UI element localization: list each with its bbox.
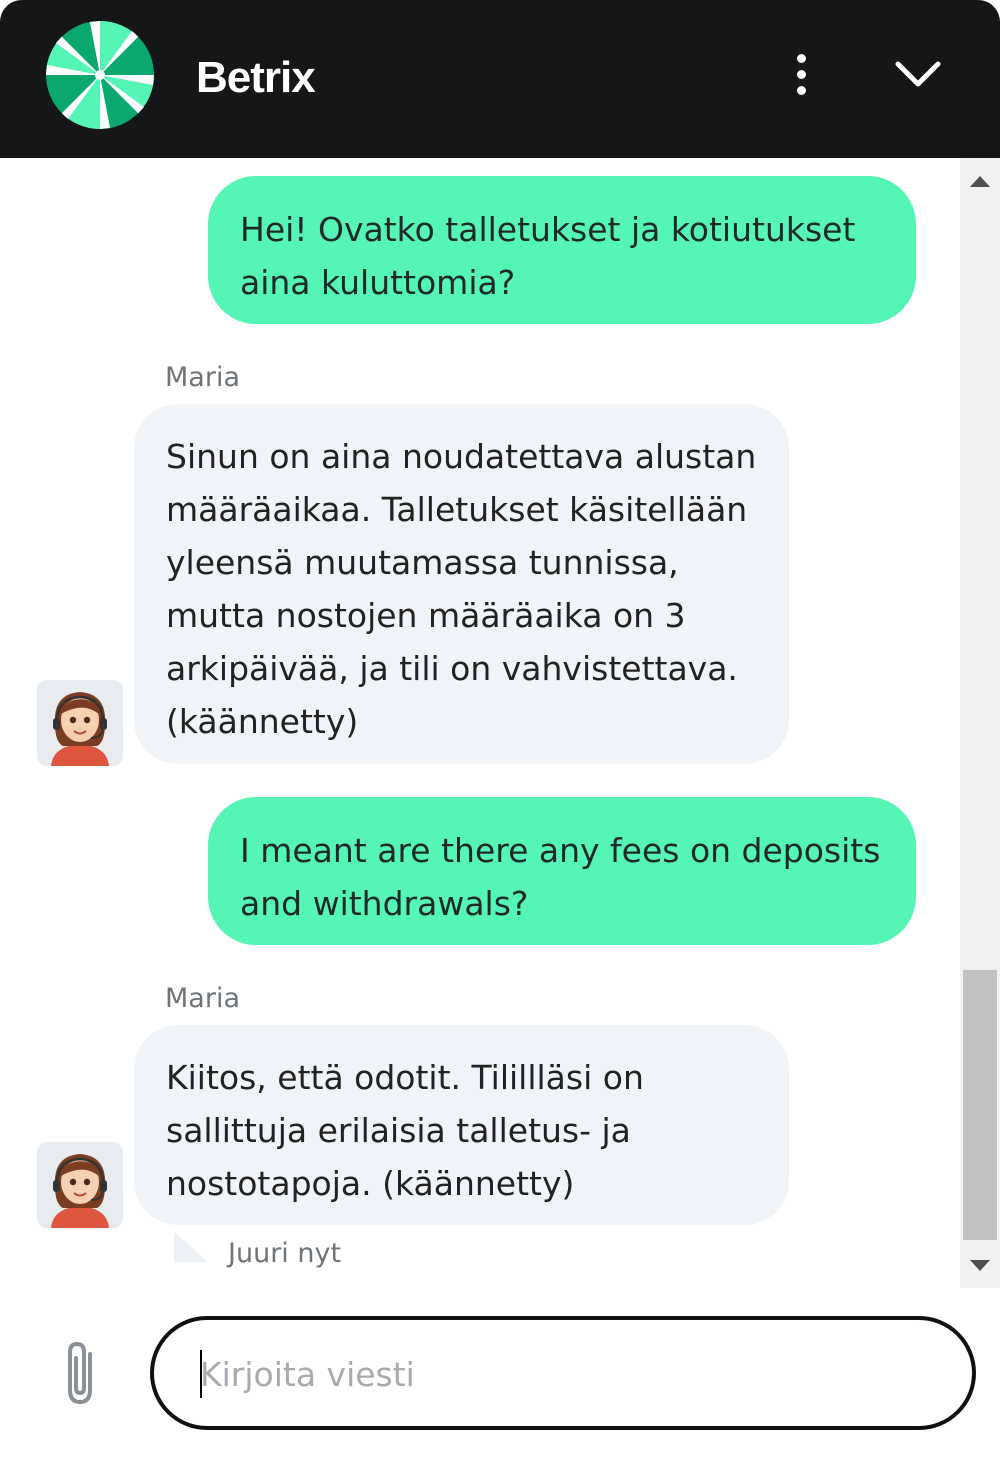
message-line: and withdrawals? — [240, 884, 529, 923]
message-line: yleensä muutamassa tunnissa, — [166, 543, 679, 582]
message-line: (käännetty) — [166, 702, 359, 741]
scrollbar[interactable] — [960, 158, 1000, 1288]
message-line: arkipäivää, ja tili on vahvistettava. — [166, 649, 738, 688]
message-input-container[interactable] — [150, 1316, 976, 1430]
chat-widget: Betrix Hei! Ovatko talletukset ja kotiut… — [0, 0, 1000, 1457]
pinwheel-logo-icon — [46, 21, 154, 129]
message-composer — [0, 1288, 1000, 1457]
text-cursor — [200, 1350, 202, 1398]
message-line: mutta nostojen määräaika on 3 — [166, 596, 686, 635]
paperclip-icon[interactable] — [56, 1338, 104, 1410]
agent-avatar — [37, 1142, 123, 1228]
message-list[interactable]: Hei! Ovatko talletukset ja kotiutukset a… — [0, 158, 960, 1288]
agent-message-bubble: Kiitos, että odotit. Tilillläsi on salli… — [134, 1025, 789, 1225]
message-line: Hei! Ovatko talletukset ja kotiutukset — [240, 210, 856, 249]
chat-header: Betrix — [0, 0, 1000, 158]
message-line: I meant are there any fees on deposits — [240, 831, 881, 870]
scrollbar-thumb[interactable] — [963, 970, 997, 1240]
user-message-bubble: Hei! Ovatko talletukset ja kotiutukset a… — [208, 176, 916, 324]
user-message-bubble: I meant are there any fees on deposits a… — [208, 797, 916, 945]
more-options-button[interactable] — [782, 50, 822, 100]
vertical-dots-icon — [797, 54, 806, 63]
message-line: aina kuluttomia? — [240, 263, 516, 302]
brand-name: Betrix — [196, 53, 316, 102]
message-input[interactable] — [198, 1340, 922, 1408]
message-line: Sinun on aina noudatettava alustan — [166, 437, 757, 476]
bubble-tail — [174, 1232, 208, 1262]
message-line: nostotapoja. (käännetty) — [166, 1164, 575, 1203]
message-line: sallittuja erilaisia talletus- ja — [166, 1111, 631, 1150]
message-line: määräaikaa. Talletukset käsitellään — [166, 490, 748, 529]
sender-name: Maria — [165, 983, 240, 1014]
scroll-up-arrow-icon[interactable] — [970, 176, 990, 187]
agent-message-bubble: Sinun on aina noudatettava alustan määrä… — [134, 404, 789, 764]
sender-name: Maria — [165, 362, 240, 393]
agent-avatar — [37, 680, 123, 766]
scroll-down-arrow-icon[interactable] — [970, 1260, 990, 1271]
chevron-down-icon[interactable] — [890, 52, 946, 98]
message-line: Kiitos, että odotit. Tilillläsi on — [166, 1058, 644, 1097]
message-timestamp: Juuri nyt — [228, 1238, 342, 1269]
